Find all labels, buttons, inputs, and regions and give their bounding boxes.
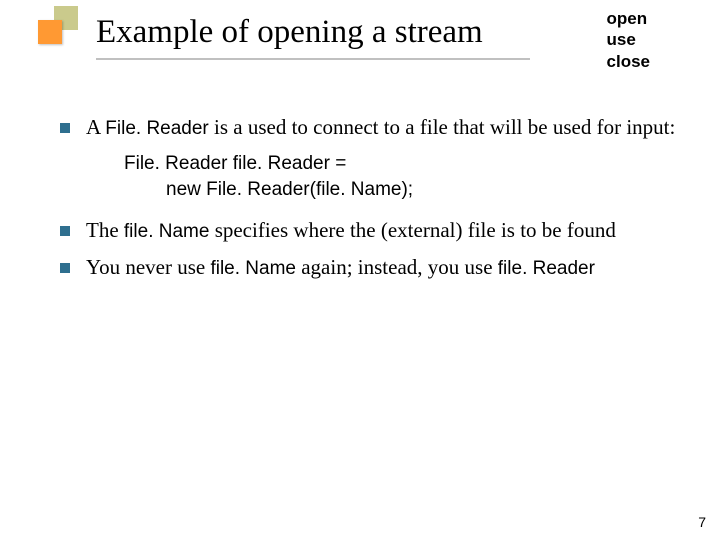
bullet-item: The file. Name specifies where the (exte… (60, 217, 688, 244)
bullet-square-icon (60, 263, 70, 273)
bullet-text: A File. Reader is a used to connect to a… (86, 114, 688, 141)
bullet-text: You never use file. Name again; instead,… (86, 254, 688, 281)
text-run: is a used to connect to a file that will… (214, 115, 675, 139)
title-underline (96, 58, 530, 60)
slide-title: Example of opening a stream (96, 14, 530, 50)
text-run: The (86, 218, 124, 242)
text-run-sans: File. Reader (105, 118, 209, 139)
bullet-text: The file. Name specifies where the (exte… (86, 217, 688, 244)
title-area: Example of opening a stream (96, 14, 530, 60)
text-run-sans: file. Name (210, 258, 296, 279)
code-line: File. Reader file. Reader = (124, 153, 346, 174)
content-area: A File. Reader is a used to connect to a… (60, 104, 688, 287)
bullet-item: A File. Reader is a used to connect to a… (60, 114, 688, 141)
corner-note-line: use (607, 29, 650, 50)
corner-note-line: close (607, 51, 650, 72)
bullet-square-icon (60, 123, 70, 133)
page-number: 7 (698, 514, 706, 530)
square-orange-icon (38, 20, 62, 44)
bullet-square-icon (60, 226, 70, 236)
code-line: new File. Reader(file. Name); (124, 177, 688, 203)
text-run-sans: file. Reader (498, 258, 595, 279)
title-decoration (38, 6, 78, 46)
corner-note: open use close (607, 8, 650, 72)
text-run: again; instead, you use (301, 255, 498, 279)
slide: Example of opening a stream open use clo… (0, 0, 720, 540)
bullet-item: You never use file. Name again; instead,… (60, 254, 688, 281)
text-run: You never use (86, 255, 210, 279)
text-run-sans: file. Name (124, 221, 210, 242)
code-block: File. Reader file. Reader = new File. Re… (124, 151, 688, 202)
text-run: A (86, 115, 105, 139)
corner-note-line: open (607, 8, 650, 29)
text-run: specifies where the (external) file is t… (215, 218, 616, 242)
